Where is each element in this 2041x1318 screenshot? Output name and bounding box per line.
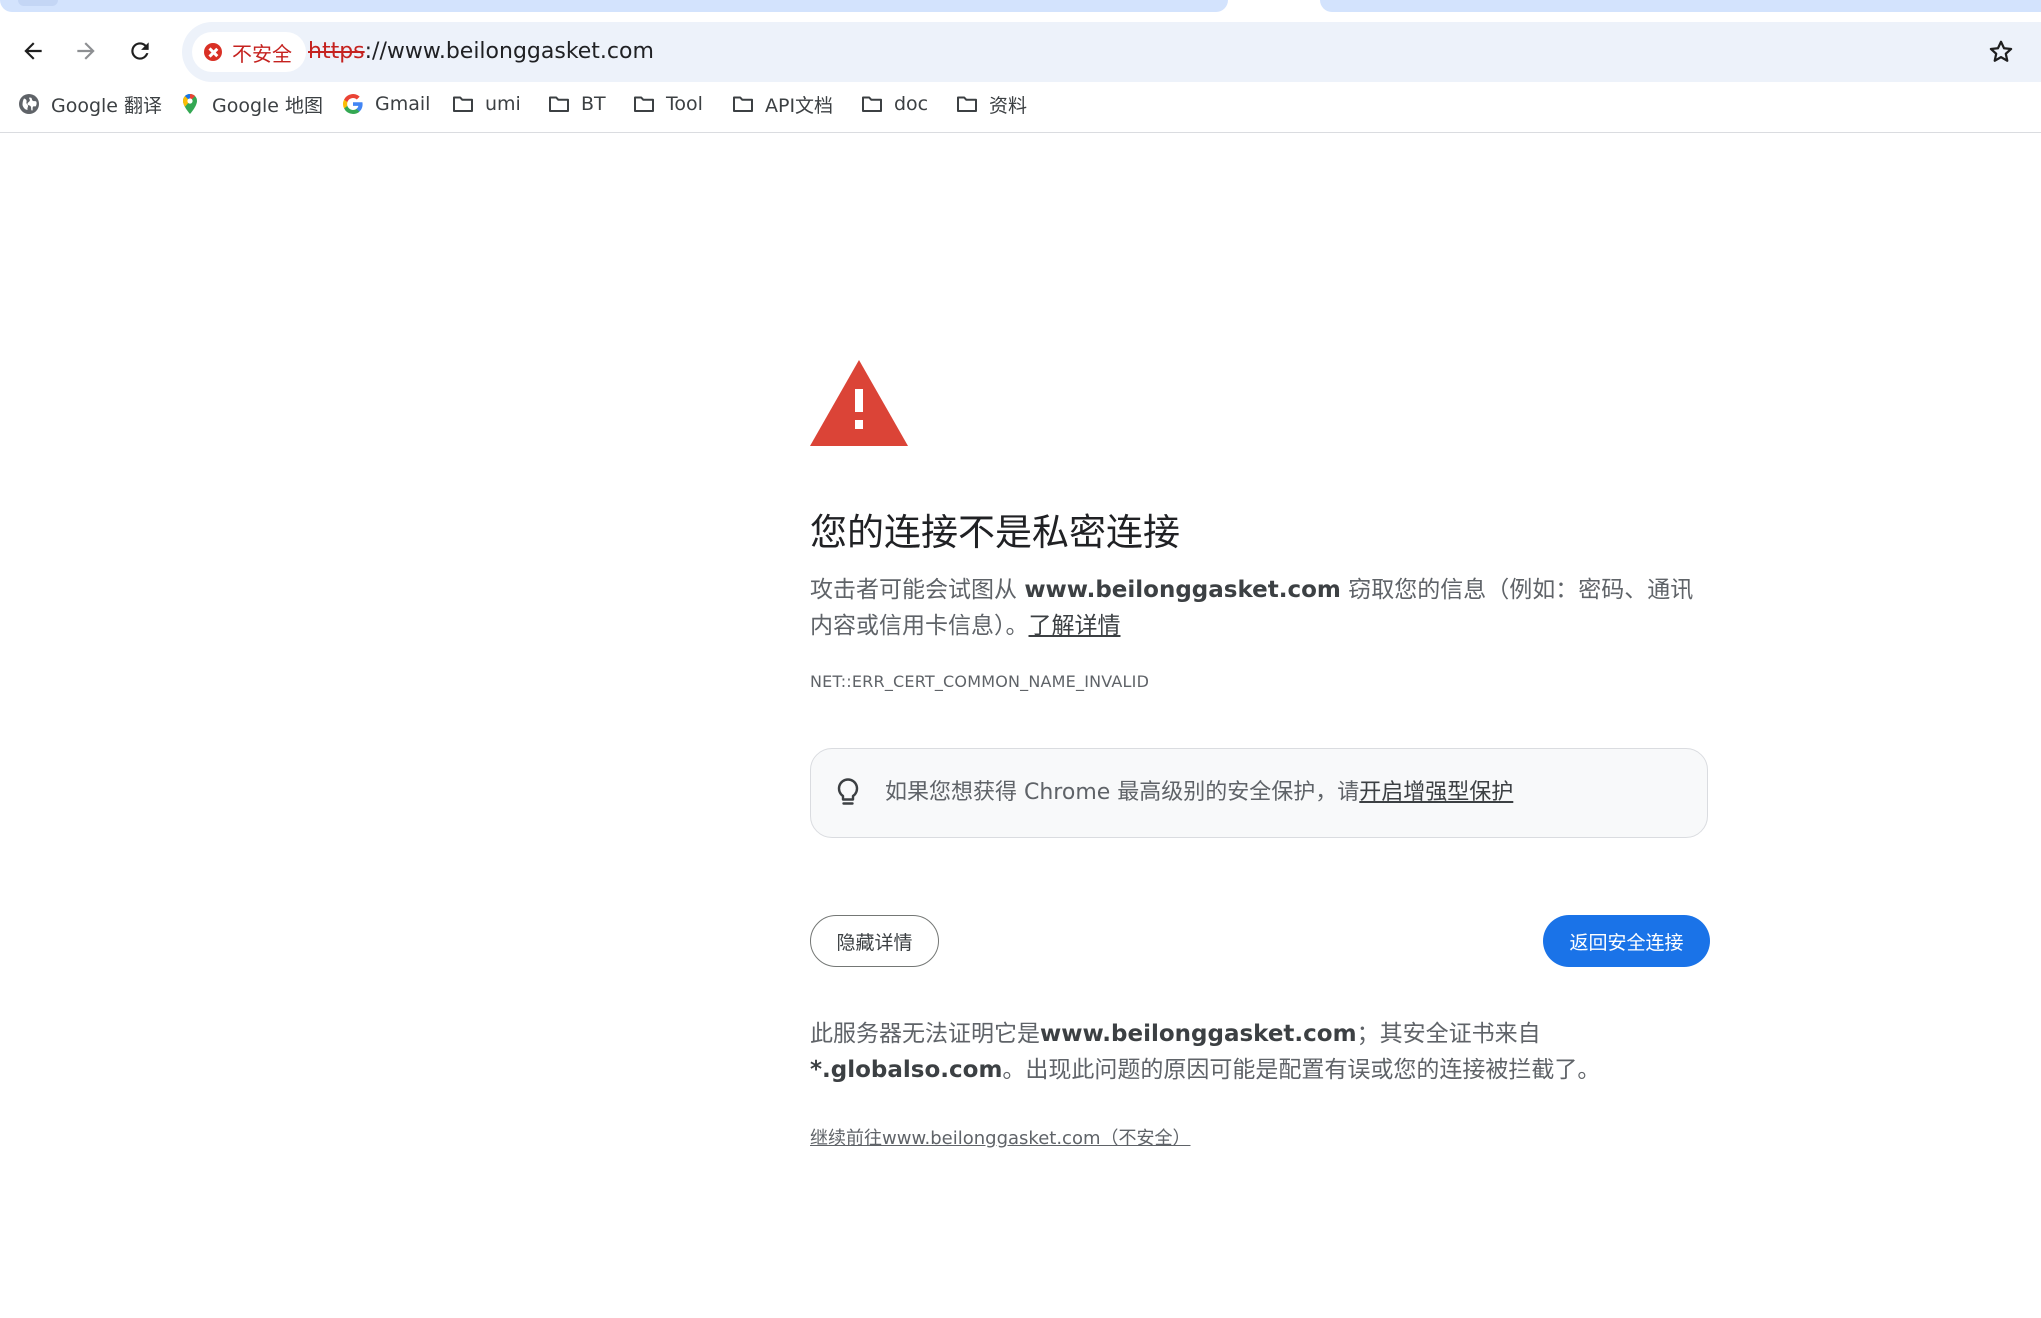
description-host: www.beilonggasket.com	[1024, 577, 1341, 603]
folder-icon	[862, 96, 882, 112]
hide-details-button[interactable]: 隐藏详情	[810, 915, 939, 967]
url-host: ://www.beilonggasket.com	[364, 39, 654, 64]
security-chip-label: 不安全	[232, 41, 292, 66]
bookmark-folder-materials[interactable]: 资料	[955, 84, 1027, 124]
back-to-safety-button[interactable]: 返回安全连接	[1543, 915, 1710, 967]
arrow-right-icon	[77, 42, 95, 60]
callout-message: 如果您想获得 Chrome 最高级别的安全保护，请开启增强型保护	[885, 749, 1513, 837]
error-code: NET::ERR_CERT_COMMON_NAME_INVALID	[810, 672, 1150, 691]
folder-icon	[453, 96, 473, 112]
folder-icon	[549, 96, 569, 112]
url-text[interactable]: https://www.beilonggasket.com	[308, 22, 654, 82]
address-bar[interactable]: 不安全 https://www.beilonggasket.com	[182, 22, 2041, 82]
security-chip[interactable]: 不安全	[192, 32, 306, 72]
bookmark-label: Gmail	[375, 93, 431, 115]
bookmark-label: umi	[485, 93, 521, 115]
tab-active[interactable]	[0, 0, 1228, 12]
details-text-mid: ；其安全证书来自	[1356, 1021, 1541, 1047]
browser-toolbar: 不安全 https://www.beilonggasket.com	[0, 12, 2041, 82]
error-circle-icon	[204, 43, 222, 61]
bookmark-folder-doc[interactable]: doc	[860, 84, 928, 124]
globe-icon	[19, 94, 39, 114]
url-scheme: https	[308, 39, 365, 64]
lightbulb-icon	[837, 778, 859, 805]
bookmark-folder-api-docs[interactable]: API文档	[731, 84, 833, 124]
description-text: 攻击者可能会试图从	[810, 577, 1025, 603]
details-cert-host: *.globalso.com	[810, 1057, 1003, 1083]
details-text-end: 。出现此问题的原因可能是配置有误或您的连接被拦截了。	[1002, 1057, 1601, 1083]
details-text: 此服务器无法证明它是	[810, 1021, 1040, 1047]
google-g-icon	[343, 94, 363, 114]
page-title: 您的连接不是私密连接	[810, 511, 1180, 554]
bookmark-label: 资料	[989, 94, 1028, 117]
warning-triangle-icon	[810, 360, 908, 446]
reload-button[interactable]	[121, 32, 159, 70]
bookmark-star-icon[interactable]	[1987, 38, 2015, 66]
bookmark-folder-umi[interactable]: umi	[451, 84, 521, 124]
bookmark-label: Tool	[666, 93, 703, 115]
enhanced-protection-callout: 如果您想获得 Chrome 最高级别的安全保护，请开启增强型保护	[810, 748, 1708, 838]
tab-strip	[0, 0, 2041, 12]
tab-favicon-remnant	[18, 0, 58, 6]
bookmark-label: BT	[581, 93, 606, 115]
callout-text: 如果您想获得 Chrome 最高级别的安全保护，请	[885, 780, 1360, 805]
tab-inactive[interactable]	[1320, 0, 2041, 12]
back-button[interactable]	[14, 32, 52, 70]
details-host: www.beilonggasket.com	[1040, 1021, 1357, 1047]
arrow-left-icon	[24, 42, 42, 60]
maps-pin-icon	[183, 94, 197, 114]
bookmark-google-translate[interactable]: Google 翻译	[17, 84, 162, 124]
enable-enhanced-protection-link[interactable]: 开启增强型保护	[1359, 780, 1513, 805]
bookmark-label: Google 翻译	[51, 94, 163, 117]
bookmark-label: Google 地图	[212, 94, 324, 117]
bookmark-gmail[interactable]: Gmail	[341, 84, 430, 124]
bookmarks-bar: Google 翻译 Google 地图 Gmail umi BT Tool AP…	[0, 84, 2041, 133]
forward-button[interactable]	[67, 32, 105, 70]
learn-more-link[interactable]: 了解详情	[1029, 613, 1121, 639]
bookmark-google-maps[interactable]: Google 地图	[178, 84, 323, 124]
folder-icon	[634, 96, 654, 112]
reload-icon	[131, 42, 149, 60]
certificate-details: 此服务器无法证明它是www.beilonggasket.com；其安全证书来自 *…	[810, 1016, 1710, 1088]
bookmark-label: API文档	[765, 94, 834, 117]
folder-icon	[957, 96, 977, 112]
proceed-unsafe-link[interactable]: 继续前往www.beilonggasket.com（不安全）	[810, 1124, 1191, 1150]
bookmark-folder-tool[interactable]: Tool	[632, 84, 703, 124]
bookmark-label: doc	[894, 93, 929, 115]
warning-description: 攻击者可能会试图从 www.beilonggasket.com 窃取您的信息（例…	[810, 572, 1710, 644]
bookmark-folder-bt[interactable]: BT	[547, 84, 606, 124]
folder-icon	[733, 96, 753, 112]
